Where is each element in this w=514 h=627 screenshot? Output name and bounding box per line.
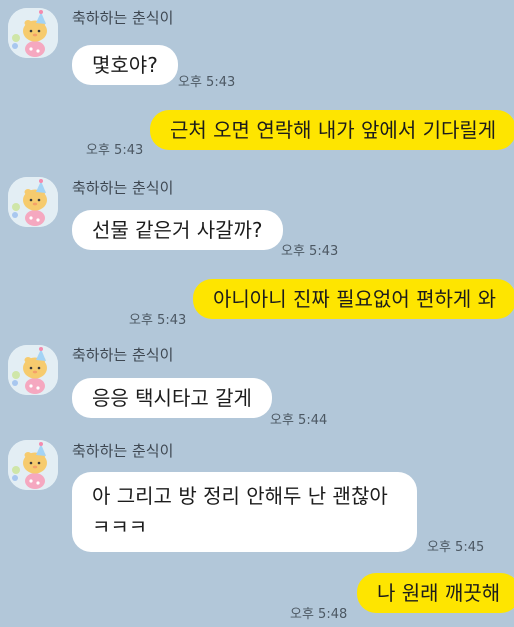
message-bubble-outgoing[interactable]: 나 원래 깨끗해: [357, 573, 514, 613]
avatar[interactable]: [8, 345, 58, 395]
message-time: 오후 5:43: [178, 75, 236, 90]
avatar[interactable]: [8, 8, 58, 58]
avatar[interactable]: [8, 177, 58, 227]
chunsik-avatar-icon: [8, 8, 58, 58]
chunsik-avatar-icon: [8, 177, 58, 227]
sender-name: 축하하는 춘식이: [72, 346, 174, 364]
chat-screen: { "contact": { "name": "축하하는 춘식이" }, "me…: [0, 0, 514, 627]
message-time: 오후 5:43: [86, 143, 144, 158]
sender-name: 축하하는 춘식이: [72, 179, 174, 197]
sender-name: 축하하는 춘식이: [72, 442, 174, 460]
message-bubble-outgoing[interactable]: 근처 오면 연락해 내가 앞에서 기다릴게: [150, 110, 514, 150]
message-bubble-incoming[interactable]: 선물 같은거 사갈까?: [72, 210, 283, 250]
sender-name: 축하하는 춘식이: [72, 9, 174, 27]
message-time: 오후 5:44: [270, 413, 328, 428]
message-bubble-incoming[interactable]: 아 그리고 방 정리 안해두 난 괜찮아 ㅋㅋㅋ: [72, 472, 417, 552]
message-time: 오후 5:48: [290, 607, 348, 622]
message-bubble-incoming[interactable]: 몇호야?: [72, 45, 178, 85]
message-time: 오후 5:43: [129, 313, 187, 328]
message-bubble-outgoing[interactable]: 아니아니 진짜 필요없어 편하게 와: [193, 279, 514, 319]
message-time: 오후 5:45: [427, 540, 485, 555]
message-bubble-incoming[interactable]: 응응 택시타고 갈게: [72, 378, 272, 418]
avatar[interactable]: [8, 440, 58, 490]
chunsik-avatar-icon: [8, 345, 58, 395]
message-time: 오후 5:43: [281, 244, 339, 259]
chunsik-avatar-icon: [8, 440, 58, 490]
